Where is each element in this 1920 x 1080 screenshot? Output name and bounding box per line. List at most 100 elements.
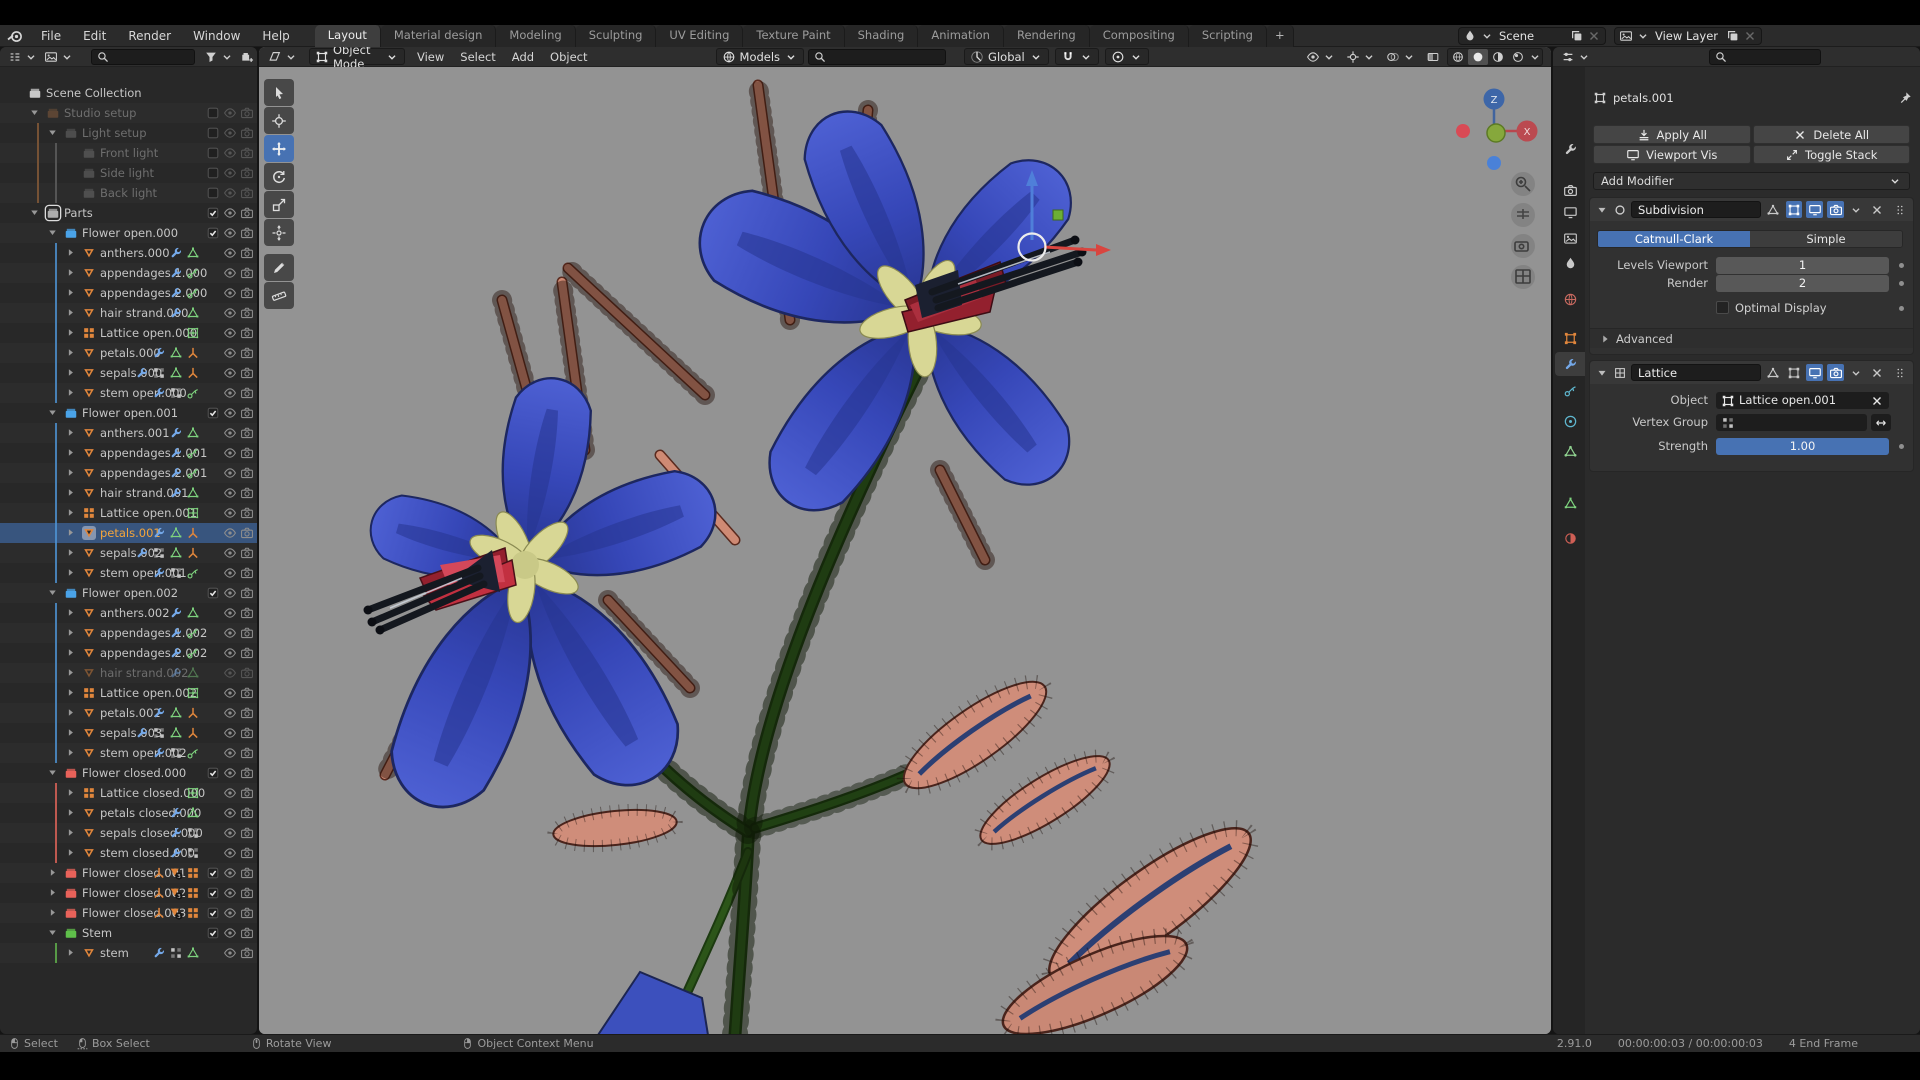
hide-viewport-toggle[interactable]: [223, 126, 238, 140]
outliner-row-flower-closed-000[interactable]: Flower closed.000: [0, 763, 257, 783]
view-layer-name[interactable]: View Layer: [1653, 29, 1723, 43]
expand-toggle[interactable]: [64, 486, 78, 500]
breadcrumb-object-name[interactable]: petals.001: [1613, 91, 1674, 105]
properties-editor-type-dropdown[interactable]: [1558, 49, 1594, 65]
outliner-row-appendages-1-001[interactable]: appendages 1.001: [0, 443, 257, 463]
hide-viewport-toggle[interactable]: [223, 706, 238, 720]
disable-render-toggle[interactable]: [240, 766, 255, 780]
outliner-row-front-light[interactable]: Front light: [0, 143, 257, 163]
render-toggle[interactable]: [1827, 364, 1844, 381]
vertex-group-field[interactable]: [1716, 414, 1867, 431]
disable-render-toggle[interactable]: [240, 446, 255, 460]
expand-toggle[interactable]: [64, 386, 78, 400]
tool-cursor[interactable]: [264, 107, 294, 134]
render-levels-field[interactable]: 2: [1716, 275, 1889, 292]
levels-viewport-field[interactable]: 1: [1716, 257, 1889, 274]
outliner-row-lattice-open-000[interactable]: Lattice open.000: [0, 323, 257, 343]
disable-render-toggle[interactable]: [240, 526, 255, 540]
hide-viewport-toggle[interactable]: [223, 786, 238, 800]
expand-toggle[interactable]: [46, 926, 60, 940]
exclude-checkbox[interactable]: [206, 406, 221, 420]
exclude-checkbox[interactable]: [206, 186, 221, 200]
exclude-checkbox[interactable]: [206, 926, 221, 940]
drag-handle[interactable]: [1891, 364, 1908, 381]
hide-viewport-toggle[interactable]: [223, 426, 238, 440]
expand-toggle[interactable]: [64, 746, 78, 760]
exclude-checkbox[interactable]: [206, 206, 221, 220]
add-modifier-dropdown[interactable]: Add Modifier: [1593, 172, 1910, 190]
tab-object-data[interactable]: [1555, 491, 1585, 515]
hide-viewport-toggle[interactable]: [223, 566, 238, 580]
tab-output[interactable]: [1555, 200, 1585, 224]
xray-toggle[interactable]: [1423, 49, 1443, 65]
workspace-tab-sculpting[interactable]: Sculpting: [575, 24, 657, 47]
expand-toggle[interactable]: [64, 626, 78, 640]
workspace-tab-shading[interactable]: Shading: [844, 24, 919, 47]
new-collection-button[interactable]: [237, 49, 257, 65]
close-icon[interactable]: [1743, 29, 1757, 43]
disable-render-toggle[interactable]: [240, 506, 255, 520]
mode-dropdown[interactable]: Object Mode: [309, 47, 405, 71]
hide-viewport-toggle[interactable]: [223, 146, 238, 160]
optimal-display-checkbox[interactable]: [1716, 301, 1729, 314]
exclude-checkbox[interactable]: [206, 866, 221, 880]
hide-viewport-toggle[interactable]: [223, 886, 238, 900]
disable-render-toggle[interactable]: [240, 206, 255, 220]
disable-render-toggle[interactable]: [240, 706, 255, 720]
simple-button[interactable]: Simple: [1750, 231, 1902, 247]
edit-mode-toggle[interactable]: [1786, 364, 1803, 381]
on-cage-toggle[interactable]: [1765, 201, 1782, 218]
visibility-dropdown[interactable]: [1303, 49, 1339, 65]
scene-name[interactable]: Scene: [1497, 29, 1567, 43]
workspace-tab-rendering[interactable]: Rendering: [1003, 24, 1090, 47]
expand-toggle[interactable]: [64, 786, 78, 800]
exclude-checkbox[interactable]: [206, 586, 221, 600]
expand-toggle[interactable]: [64, 466, 78, 480]
render-toggle[interactable]: [1827, 201, 1844, 218]
hide-viewport-toggle[interactable]: [223, 766, 238, 780]
disable-render-toggle[interactable]: [240, 626, 255, 640]
clear-object-icon[interactable]: [1870, 394, 1884, 408]
hide-viewport-toggle[interactable]: [223, 206, 238, 220]
outliner-row-anthers-000[interactable]: anthers.000: [0, 243, 257, 263]
outliner-row-appendages-1-000[interactable]: appendages 1.000: [0, 263, 257, 283]
disable-render-toggle[interactable]: [240, 426, 255, 440]
hide-viewport-toggle[interactable]: [223, 866, 238, 880]
copy-icon[interactable]: [1726, 29, 1740, 43]
scene-selector[interactable]: Scene: [1458, 27, 1606, 45]
outliner-row-side-light[interactable]: Side light: [0, 163, 257, 183]
catmull-clark-button[interactable]: Catmull-Clark: [1598, 231, 1750, 247]
extras-dropdown[interactable]: [1848, 201, 1865, 218]
disable-render-toggle[interactable]: [240, 926, 255, 940]
shading-solid-button[interactable]: [1468, 48, 1488, 65]
viewport-menu-select[interactable]: Select: [452, 50, 503, 64]
on-cage-toggle[interactable]: [1765, 364, 1782, 381]
expand-toggle[interactable]: [64, 606, 78, 620]
viewport-editor[interactable]: Object Mode View Select Add Object Models G…: [259, 47, 1551, 1034]
hide-viewport-toggle[interactable]: [223, 326, 238, 340]
hide-viewport-toggle[interactable]: [223, 226, 238, 240]
disable-render-toggle[interactable]: [240, 486, 255, 500]
expand-toggle[interactable]: [64, 366, 78, 380]
disable-render-toggle[interactable]: [240, 366, 255, 380]
3d-scene[interactable]: Z X: [259, 67, 1551, 1034]
gizmos-dropdown[interactable]: [1343, 49, 1379, 65]
disable-render-toggle[interactable]: [240, 466, 255, 480]
expand-toggle[interactable]: [46, 126, 60, 140]
add-workspace-button[interactable]: +: [1266, 24, 1294, 47]
expand-toggle[interactable]: [64, 706, 78, 720]
disable-render-toggle[interactable]: [240, 286, 255, 300]
disable-render-toggle[interactable]: [240, 166, 255, 180]
tab-particles[interactable]: [1555, 378, 1585, 402]
outliner-row-parts[interactable]: Parts: [0, 203, 257, 223]
disable-render-toggle[interactable]: [240, 146, 255, 160]
hide-viewport-toggle[interactable]: [223, 546, 238, 560]
blender-logo-icon[interactable]: [0, 28, 30, 44]
workspace-tab-layout[interactable]: Layout: [314, 24, 381, 47]
hide-viewport-toggle[interactable]: [223, 606, 238, 620]
expand-toggle[interactable]: [28, 206, 42, 220]
outliner-search-input[interactable]: [91, 48, 195, 65]
tool-transform[interactable]: [264, 219, 294, 246]
exclude-checkbox[interactable]: [206, 106, 221, 120]
expand-toggle[interactable]: [46, 886, 60, 900]
